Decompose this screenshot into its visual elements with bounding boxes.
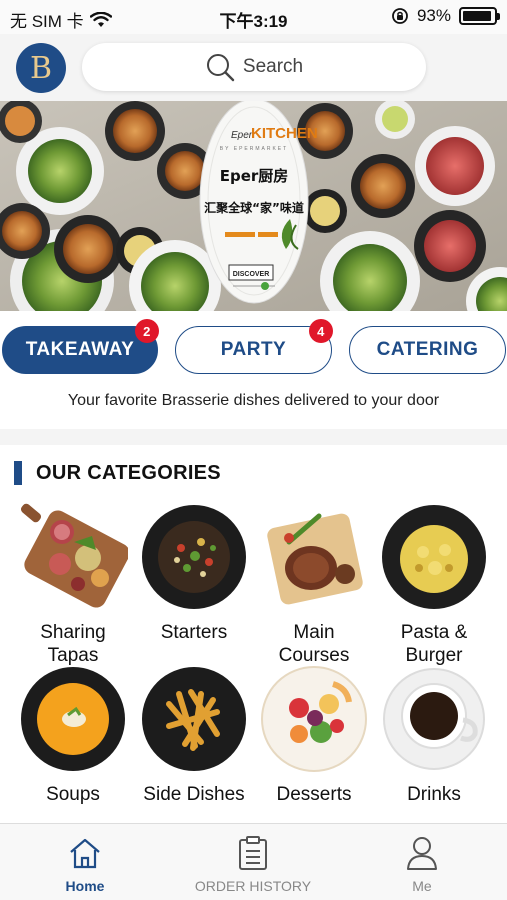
nav-order-history-label: ORDER HISTORY — [194, 878, 312, 894]
party-badge: 4 — [309, 319, 333, 343]
takeaway-badge: 2 — [135, 319, 159, 343]
starters-bowl-icon — [142, 505, 246, 609]
brand-avatar[interactable]: B — [16, 43, 66, 93]
category-label: Drinks — [407, 784, 461, 805]
battery-percent: 93% — [416, 6, 451, 25]
categories-title: OUR CATEGORIES — [36, 461, 221, 484]
category-label: Sharing — [40, 622, 106, 643]
nav-me[interactable]: Me — [337, 834, 507, 894]
category-label: Soups — [46, 784, 100, 805]
categories-section: OUR CATEGORIES Sharing Tapas Starters Ma… — [0, 445, 507, 823]
banner-brand-sub: BY EPERMARKET — [220, 146, 288, 152]
battery-icon — [459, 7, 500, 25]
fries-bowl-icon — [142, 667, 246, 771]
category-desserts[interactable]: Desserts — [254, 664, 374, 806]
search-bar[interactable]: Search — [82, 43, 426, 91]
category-drinks[interactable]: Drinks — [374, 664, 494, 806]
top-header: B Search — [0, 34, 507, 100]
category-label: Pasta & — [400, 622, 468, 643]
party-label: PARTY — [220, 339, 287, 360]
status-right: 93% — [391, 6, 500, 26]
bottom-navigation: Home ORDER HISTORY Me — [0, 823, 507, 900]
party-tab[interactable]: PARTY 4 — [175, 319, 333, 374]
banner-discover-label: DISCOVER — [233, 271, 270, 278]
battery-fill — [463, 11, 491, 21]
banner-artwork: Eper KITCHEN BY EPERMARKET Eper厨房 汇聚全球“家… — [0, 101, 507, 311]
categories-header: OUR CATEGORIES — [14, 461, 221, 485]
category-label: Side Dishes — [143, 784, 245, 805]
service-tabs: TAKEAWAY 2 PARTY 4 CATERING Your favorit… — [0, 311, 507, 429]
pasta-bowl-icon — [382, 505, 486, 609]
dessert-plate-icon — [261, 666, 367, 772]
category-label: Desserts — [276, 784, 352, 805]
banner-slogan: 汇聚全球“家”味道 — [204, 200, 304, 215]
orientation-lock-icon — [392, 8, 408, 24]
category-pasta-burger[interactable]: Pasta & Burger — [374, 502, 494, 667]
search-icon — [206, 54, 235, 82]
banner-headline: Eper厨房 — [220, 167, 289, 185]
nav-home[interactable]: Home — [0, 834, 170, 894]
banner-brand-prefix: Eper — [231, 130, 253, 141]
category-soups[interactable]: Soups — [13, 664, 133, 806]
promo-banner[interactable]: Eper KITCHEN BY EPERMARKET Eper厨房 汇聚全球“家… — [0, 101, 507, 311]
catering-tab[interactable]: CATERING — [349, 326, 506, 374]
user-icon — [407, 837, 437, 870]
status-bar: 无 SIM 卡 下午3:19 93% — [0, 0, 507, 34]
category-label: Main — [293, 622, 335, 643]
soup-bowl-icon — [21, 667, 125, 771]
coffee-cup-icon — [383, 668, 485, 770]
app-screen: 无 SIM 卡 下午3:19 93% B Search Eper KITCHEN… — [0, 0, 507, 900]
banner-brand-name: KITCHEN — [251, 125, 318, 142]
category-side-dishes[interactable]: Side Dishes — [134, 664, 254, 806]
tapas-board-icon — [20, 503, 130, 608]
section-accent-bar — [14, 461, 22, 485]
search-placeholder: Search — [242, 56, 304, 77]
service-tagline: Your favorite Brasserie dishes delivered… — [67, 392, 440, 409]
category-label: Starters — [160, 622, 228, 643]
nav-home-label: Home — [65, 878, 105, 894]
category-main-courses[interactable]: Main Courses — [254, 502, 374, 667]
category-starters[interactable]: Starters — [134, 502, 254, 644]
takeaway-label: TAKEAWAY — [25, 339, 135, 360]
steak-board-icon — [267, 513, 363, 605]
nav-order-history[interactable]: ORDER HISTORY — [168, 834, 338, 894]
home-icon — [70, 838, 100, 869]
category-sharing-tapas[interactable]: Sharing Tapas — [13, 502, 133, 667]
catering-label: CATERING — [376, 339, 479, 360]
nav-me-label: Me — [412, 878, 432, 894]
takeaway-tab[interactable]: TAKEAWAY 2 — [2, 319, 159, 374]
clipboard-icon — [239, 836, 267, 870]
